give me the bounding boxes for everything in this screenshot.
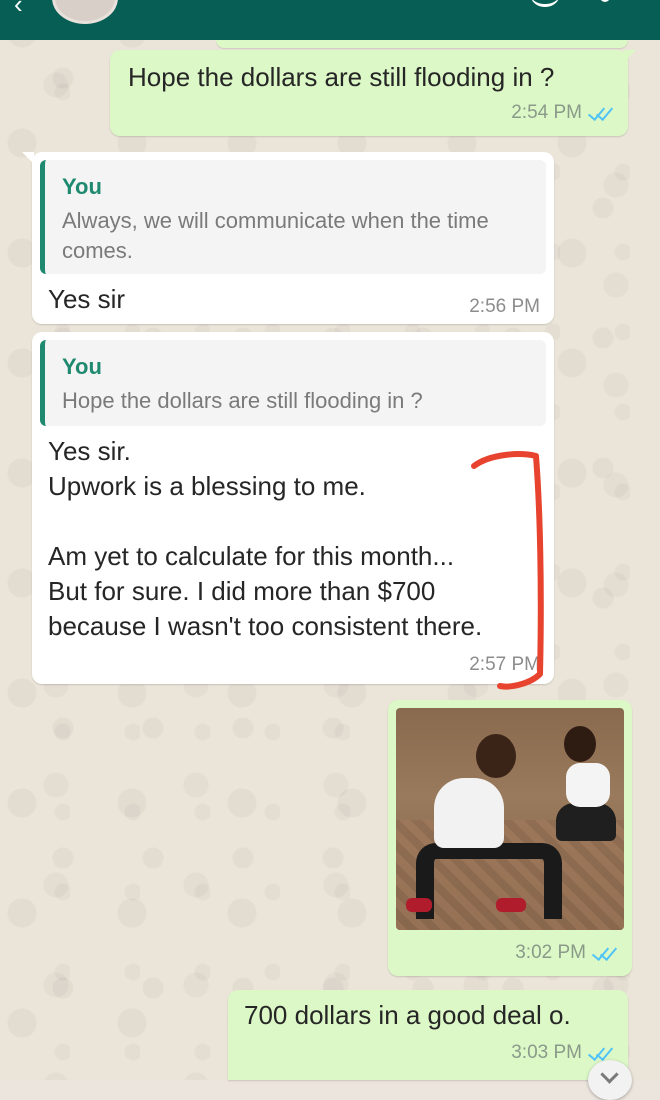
photo-child-1-body [434, 778, 504, 848]
shared-photo[interactable] [396, 708, 624, 930]
double-check-icon [587, 102, 614, 122]
message-time: 2:54 PM [511, 102, 582, 123]
message-text: 700 dollars in a good deal o. [244, 1000, 571, 1030]
quoted-text: Always, we will communicate when the tim… [62, 208, 489, 263]
menu-icon[interactable] [600, 0, 610, 2]
message-text: Hope the dollars are still flooding in ? [128, 62, 555, 92]
photo-child-2-body [566, 763, 610, 807]
message-meta: 3:02 PM [515, 942, 618, 964]
contact-avatar[interactable] [52, 0, 118, 24]
red-annotation-bracket [471, 451, 544, 690]
quoted-text: Hope the dollars are still flooding in ? [62, 388, 423, 413]
message-bubble-outgoing[interactable]: 700 dollars in a good deal o. 3:03 PM [228, 990, 628, 1080]
message-time: 3:03 PM [511, 1042, 582, 1063]
previous-message-bottom [216, 40, 628, 48]
photo-child-1-legs [416, 843, 562, 919]
message-meta: 2:54 PM [511, 102, 614, 124]
message-text: Yes sir [48, 284, 126, 314]
quoted-author: You [62, 174, 102, 199]
message-bubble-incoming[interactable]: You Always, we will communicate when the… [22, 152, 554, 324]
double-check-icon [591, 942, 618, 962]
quoted-message[interactable]: You Hope the dollars are still flooding … [40, 340, 546, 426]
message-time: 2:56 PM [469, 296, 540, 317]
quoted-message[interactable]: You Always, we will communicate when the… [40, 160, 546, 274]
photo-child-2-head [564, 726, 596, 762]
bubble-tail [624, 50, 636, 62]
message-meta: 2:56 PM [469, 296, 540, 318]
double-check-icon [587, 1042, 614, 1062]
photo-child-1-head [476, 734, 516, 778]
message-text: Yes sir. Upwork is a blessing to me. Am … [48, 436, 483, 641]
photo-child-2-legs [556, 803, 616, 841]
call-icon[interactable] [530, 0, 560, 7]
photo-child-1-shoe [496, 898, 526, 912]
chat-header: ‹ [0, 0, 660, 40]
quoted-author: You [62, 354, 102, 379]
bubble-tail [22, 152, 34, 164]
message-bubble-image[interactable]: 3:02 PM [388, 700, 632, 976]
photo-child-1-shoe [406, 898, 432, 912]
back-arrow-icon[interactable]: ‹ [14, 0, 23, 17]
message-time: 3:02 PM [515, 942, 586, 963]
scroll-down-icon[interactable] [588, 1060, 632, 1100]
message-meta: 3:03 PM [511, 1042, 614, 1064]
message-bubble-outgoing[interactable]: Hope the dollars are still flooding in ?… [110, 50, 636, 136]
